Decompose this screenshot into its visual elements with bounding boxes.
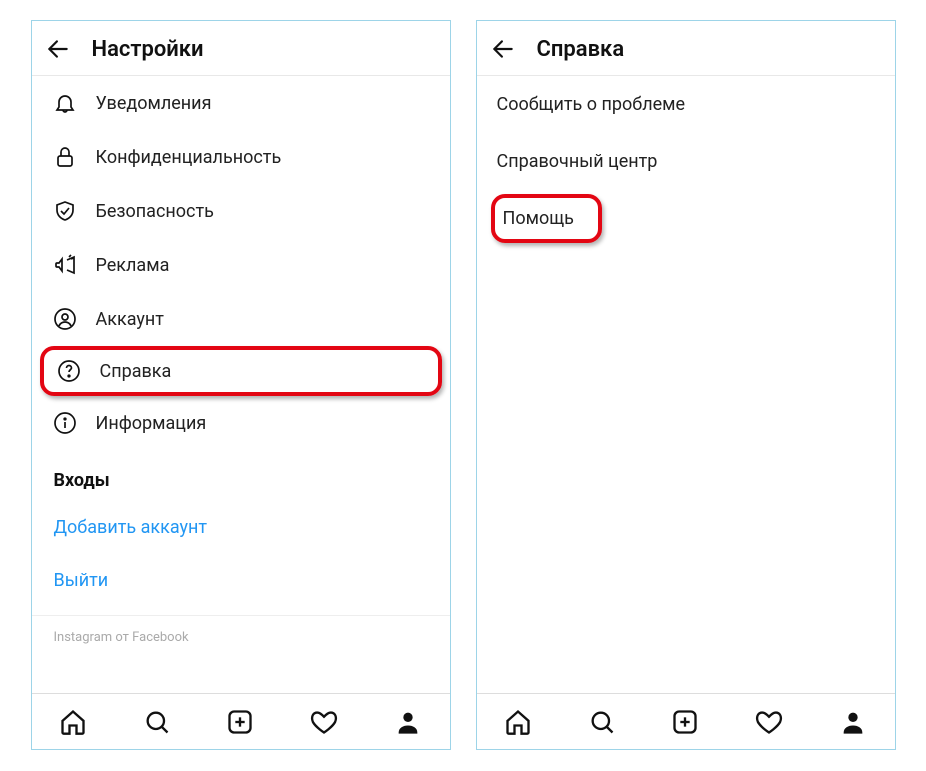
menu-label: Сообщить о проблеме [497, 94, 686, 115]
menu-label: Конфиденциальность [96, 147, 282, 168]
page-title: Настройки [92, 37, 204, 62]
tab-home[interactable] [58, 707, 88, 737]
page-title: Справка [537, 37, 625, 62]
back-button[interactable] [489, 35, 517, 63]
heart-icon [755, 708, 783, 736]
tab-profile[interactable] [838, 707, 868, 737]
tab-search[interactable] [587, 707, 617, 737]
menu-label: Справочный центр [497, 151, 658, 172]
menu-item-ads[interactable]: Реклама [32, 238, 450, 292]
question-circle-icon [56, 358, 82, 384]
menu-label: Уведомления [96, 93, 212, 114]
menu-item-privacy[interactable]: Конфиденциальность [32, 130, 450, 184]
menu-label: Безопасность [96, 201, 214, 222]
menu-item-report[interactable]: Сообщить о проблеме [477, 76, 895, 133]
lock-icon [52, 144, 78, 170]
arrow-left-icon [45, 36, 71, 62]
profile-icon [839, 708, 867, 736]
header-bar: Настройки [32, 21, 450, 75]
tab-search[interactable] [142, 707, 172, 737]
menu-item-support[interactable]: Помощь [491, 194, 602, 243]
menu-label: Справка [100, 361, 172, 382]
megaphone-icon [52, 252, 78, 278]
profile-icon [394, 708, 422, 736]
menu-item-account[interactable]: Аккаунт [32, 292, 450, 346]
settings-content: Уведомления Конфиденциальность Безопасно… [32, 76, 450, 693]
menu-item-info[interactable]: Информация [32, 396, 450, 450]
logout-link[interactable]: Выйти [32, 554, 450, 607]
search-icon [588, 708, 616, 736]
back-button[interactable] [44, 35, 72, 63]
bell-icon [52, 90, 78, 116]
tab-activity[interactable] [754, 707, 784, 737]
bottom-tabbar [32, 693, 450, 749]
search-icon [143, 708, 171, 736]
heart-icon [310, 708, 338, 736]
shield-icon [52, 198, 78, 224]
menu-item-notifications[interactable]: Уведомления [32, 76, 450, 130]
tab-home[interactable] [503, 707, 533, 737]
footer-brand: Instagram от Facebook [32, 615, 450, 655]
info-circle-icon [52, 410, 78, 436]
tab-create[interactable] [670, 707, 700, 737]
home-icon [59, 708, 87, 736]
menu-label: Реклама [96, 255, 170, 276]
menu-item-help-center[interactable]: Справочный центр [477, 133, 895, 190]
settings-screen: Настройки Уведомления Конфиденциальность [31, 20, 451, 750]
menu-label: Помощь [503, 208, 574, 229]
menu-label: Аккаунт [96, 309, 164, 330]
bottom-tabbar [477, 693, 895, 749]
help-screen: Справка Сообщить о проблеме Справочный ц… [476, 20, 896, 750]
section-logins-title: Входы [32, 450, 450, 501]
tab-create[interactable] [225, 707, 255, 737]
help-content: Сообщить о проблеме Справочный центр Пом… [477, 76, 895, 693]
header-bar: Справка [477, 21, 895, 75]
plus-square-icon [226, 708, 254, 736]
plus-square-icon [671, 708, 699, 736]
user-circle-icon [52, 306, 78, 332]
home-icon [504, 708, 532, 736]
tab-profile[interactable] [393, 707, 423, 737]
menu-item-security[interactable]: Безопасность [32, 184, 450, 238]
tab-activity[interactable] [309, 707, 339, 737]
add-account-link[interactable]: Добавить аккаунт [32, 501, 450, 554]
menu-item-help[interactable]: Справка [40, 346, 442, 396]
menu-label: Информация [96, 413, 207, 434]
arrow-left-icon [490, 36, 516, 62]
